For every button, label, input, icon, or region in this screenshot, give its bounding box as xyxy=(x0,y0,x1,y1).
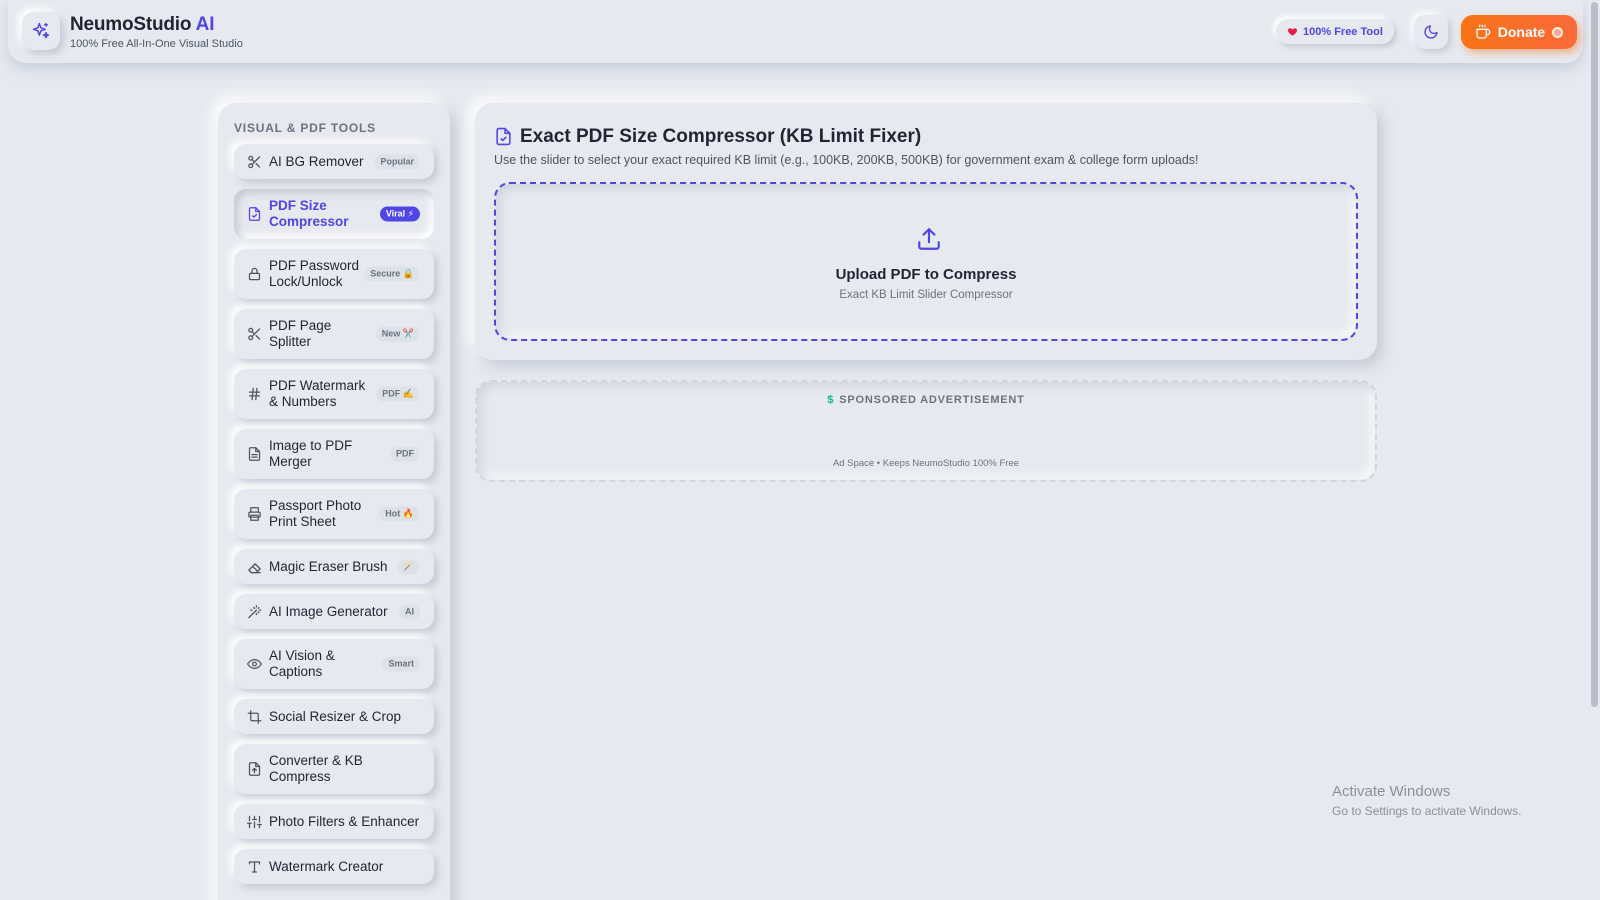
sidebar-item-label: PDF Password Lock/Unlock xyxy=(269,258,360,289)
sidebar-item-social-resizer[interactable]: Social Resizer & Crop xyxy=(234,699,434,734)
eye-icon xyxy=(247,657,262,672)
sidebar-item-badge: PDF xyxy=(390,446,420,462)
sidebar-item-label: PDF Size Compressor xyxy=(269,198,349,229)
donate-button[interactable]: Donate xyxy=(1461,15,1577,49)
free-tool-badge: 100% Free Tool xyxy=(1276,19,1394,44)
brand-subtitle: 100% Free All-In-One Visual Studio xyxy=(70,38,243,50)
ad-heading: $ SPONSORED ADVERTISEMENT xyxy=(477,394,1375,406)
free-tool-label: 100% Free Tool xyxy=(1303,25,1383,38)
brand-accent: AI xyxy=(195,14,215,35)
eraser-icon xyxy=(247,559,262,574)
file-check-icon xyxy=(494,127,513,151)
ad-heading-label: SPONSORED ADVERTISEMENT xyxy=(839,394,1025,406)
sidebar-item-ai-image-generator[interactable]: AI Image Generator AI xyxy=(234,594,434,629)
sidebar-item-badge: PDF ✍️ xyxy=(376,386,420,402)
pdf-compressor-card: Exact PDF Size Compressor (KB Limit Fixe… xyxy=(475,103,1377,360)
sidebar-item-converter[interactable]: Converter & KB Compress xyxy=(234,744,434,794)
sidebar-item-ai-bg-remover[interactable]: AI BG Remover Popular xyxy=(234,144,434,179)
brand-name: NeumoStudio xyxy=(70,14,192,35)
sidebar-item-label: AI Vision & Captions xyxy=(269,648,335,679)
sidebar-item-label: Watermark Creator xyxy=(269,858,384,874)
activate-windows-subtitle: Go to Settings to activate Windows. xyxy=(1332,804,1522,818)
sidebar-item-label: Image to PDF Merger xyxy=(269,438,353,469)
sidebar-item-badge: Hot 🔥 xyxy=(379,506,420,522)
sidebar-item-label: PDF Page Splitter xyxy=(269,318,332,349)
upload-title: Upload PDF to Compress xyxy=(835,266,1017,283)
file-text-icon xyxy=(247,447,262,462)
sidebar-item-label: Converter & KB Compress xyxy=(269,753,363,784)
scissors-icon xyxy=(247,154,262,169)
page-title: Exact PDF Size Compressor (KB Limit Fixe… xyxy=(520,126,922,147)
sidebar-item-badge: AI xyxy=(399,604,420,619)
sidebar-heading: VISUAL & PDF TOOLS xyxy=(234,121,376,135)
sidebar-item-badge: Viral ⚡ xyxy=(379,206,420,222)
donate-label: Donate xyxy=(1497,24,1546,40)
theme-toggle-button[interactable] xyxy=(1414,15,1448,49)
sidebar-item-photo-filters[interactable]: Photo Filters & Enhancer xyxy=(234,804,434,839)
crop-icon xyxy=(247,709,262,724)
sidebar-item-image-to-pdf[interactable]: Image to PDF Merger PDF xyxy=(234,429,434,479)
logo[interactable] xyxy=(22,12,60,50)
scrollbar-thumb[interactable] xyxy=(1591,2,1598,707)
pdf-upload-dropzone[interactable]: Upload PDF to Compress Exact KB Limit Sl… xyxy=(494,182,1358,341)
scissors-icon xyxy=(247,327,262,342)
sponsored-ad-slot[interactable]: $ SPONSORED ADVERTISEMENT Ad Space • Keep… xyxy=(475,380,1377,482)
sidebar-item-badge: New ✂️ xyxy=(375,326,420,342)
page-description: Use the slider to select your exact requ… xyxy=(494,153,1199,167)
file-check-icon xyxy=(247,207,262,222)
ad-note: Ad Space • Keeps NeumoStudio 100% Free xyxy=(832,458,1020,469)
sidebar-item-label: Passport Photo Print Sheet xyxy=(269,498,362,529)
sidebar-item-pdf-size-compressor[interactable]: PDF Size Compressor Viral ⚡ xyxy=(234,189,434,239)
sliders-icon xyxy=(247,814,262,829)
type-icon xyxy=(247,859,262,874)
sidebar-item-watermark-creator[interactable]: Watermark Creator xyxy=(234,849,434,884)
status-dot-icon xyxy=(1552,26,1564,38)
printer-icon xyxy=(247,507,262,522)
sidebar-item-badge: 🪄 xyxy=(396,559,420,574)
sidebar-item-pdf-password[interactable]: PDF Password Lock/Unlock Secure 🔒 xyxy=(234,249,434,299)
page-scrollbar[interactable] xyxy=(1589,0,1600,900)
sidebar-item-badge: Secure 🔒 xyxy=(364,266,420,282)
upload-icon xyxy=(916,226,942,257)
sidebar-item-label: Photo Filters & Enhancer xyxy=(269,813,420,829)
coffee-icon xyxy=(1476,24,1491,39)
lock-icon xyxy=(247,267,262,282)
sidebar-item-passport-photo[interactable]: Passport Photo Print Sheet Hot 🔥 xyxy=(234,489,434,539)
brand-title: NeumoStudio AI xyxy=(70,14,214,36)
sidebar-item-badge: Smart xyxy=(382,656,420,672)
dollar-icon: $ xyxy=(827,394,835,406)
sidebar-item-label: Social Resizer & Crop xyxy=(269,708,402,724)
moon-icon xyxy=(1424,25,1438,39)
sidebar-item-ai-vision[interactable]: AI Vision & Captions Smart xyxy=(234,639,434,689)
sidebar-item-pdf-watermark[interactable]: PDF Watermark & Numbers PDF ✍️ xyxy=(234,369,434,419)
heart-icon xyxy=(1287,28,1298,36)
sidebar-item-label: PDF Watermark & Numbers xyxy=(269,378,366,409)
file-convert-icon xyxy=(247,762,262,777)
upload-subtitle: Exact KB Limit Slider Compressor xyxy=(839,289,1013,301)
magic-wand-icon xyxy=(247,604,262,619)
sparkles-icon xyxy=(32,22,50,39)
sidebar-item-badge: Popular xyxy=(374,154,420,169)
hash-icon xyxy=(247,387,262,402)
sidebar-item-pdf-page-splitter[interactable]: PDF Page Splitter New ✂️ xyxy=(234,309,434,359)
app-header: NeumoStudio AI 100% Free All-In-One Visu… xyxy=(8,0,1583,63)
sidebar: VISUAL & PDF TOOLS AI BG Remover Popular… xyxy=(218,103,450,900)
sidebar-item-magic-eraser[interactable]: Magic Eraser Brush 🪄 xyxy=(234,549,434,584)
tool-list: AI BG Remover Popular PDF Size Compresso… xyxy=(234,144,434,894)
activate-windows-title: Activate Windows xyxy=(1332,783,1451,800)
sidebar-item-label: AI Image Generator xyxy=(269,603,388,619)
